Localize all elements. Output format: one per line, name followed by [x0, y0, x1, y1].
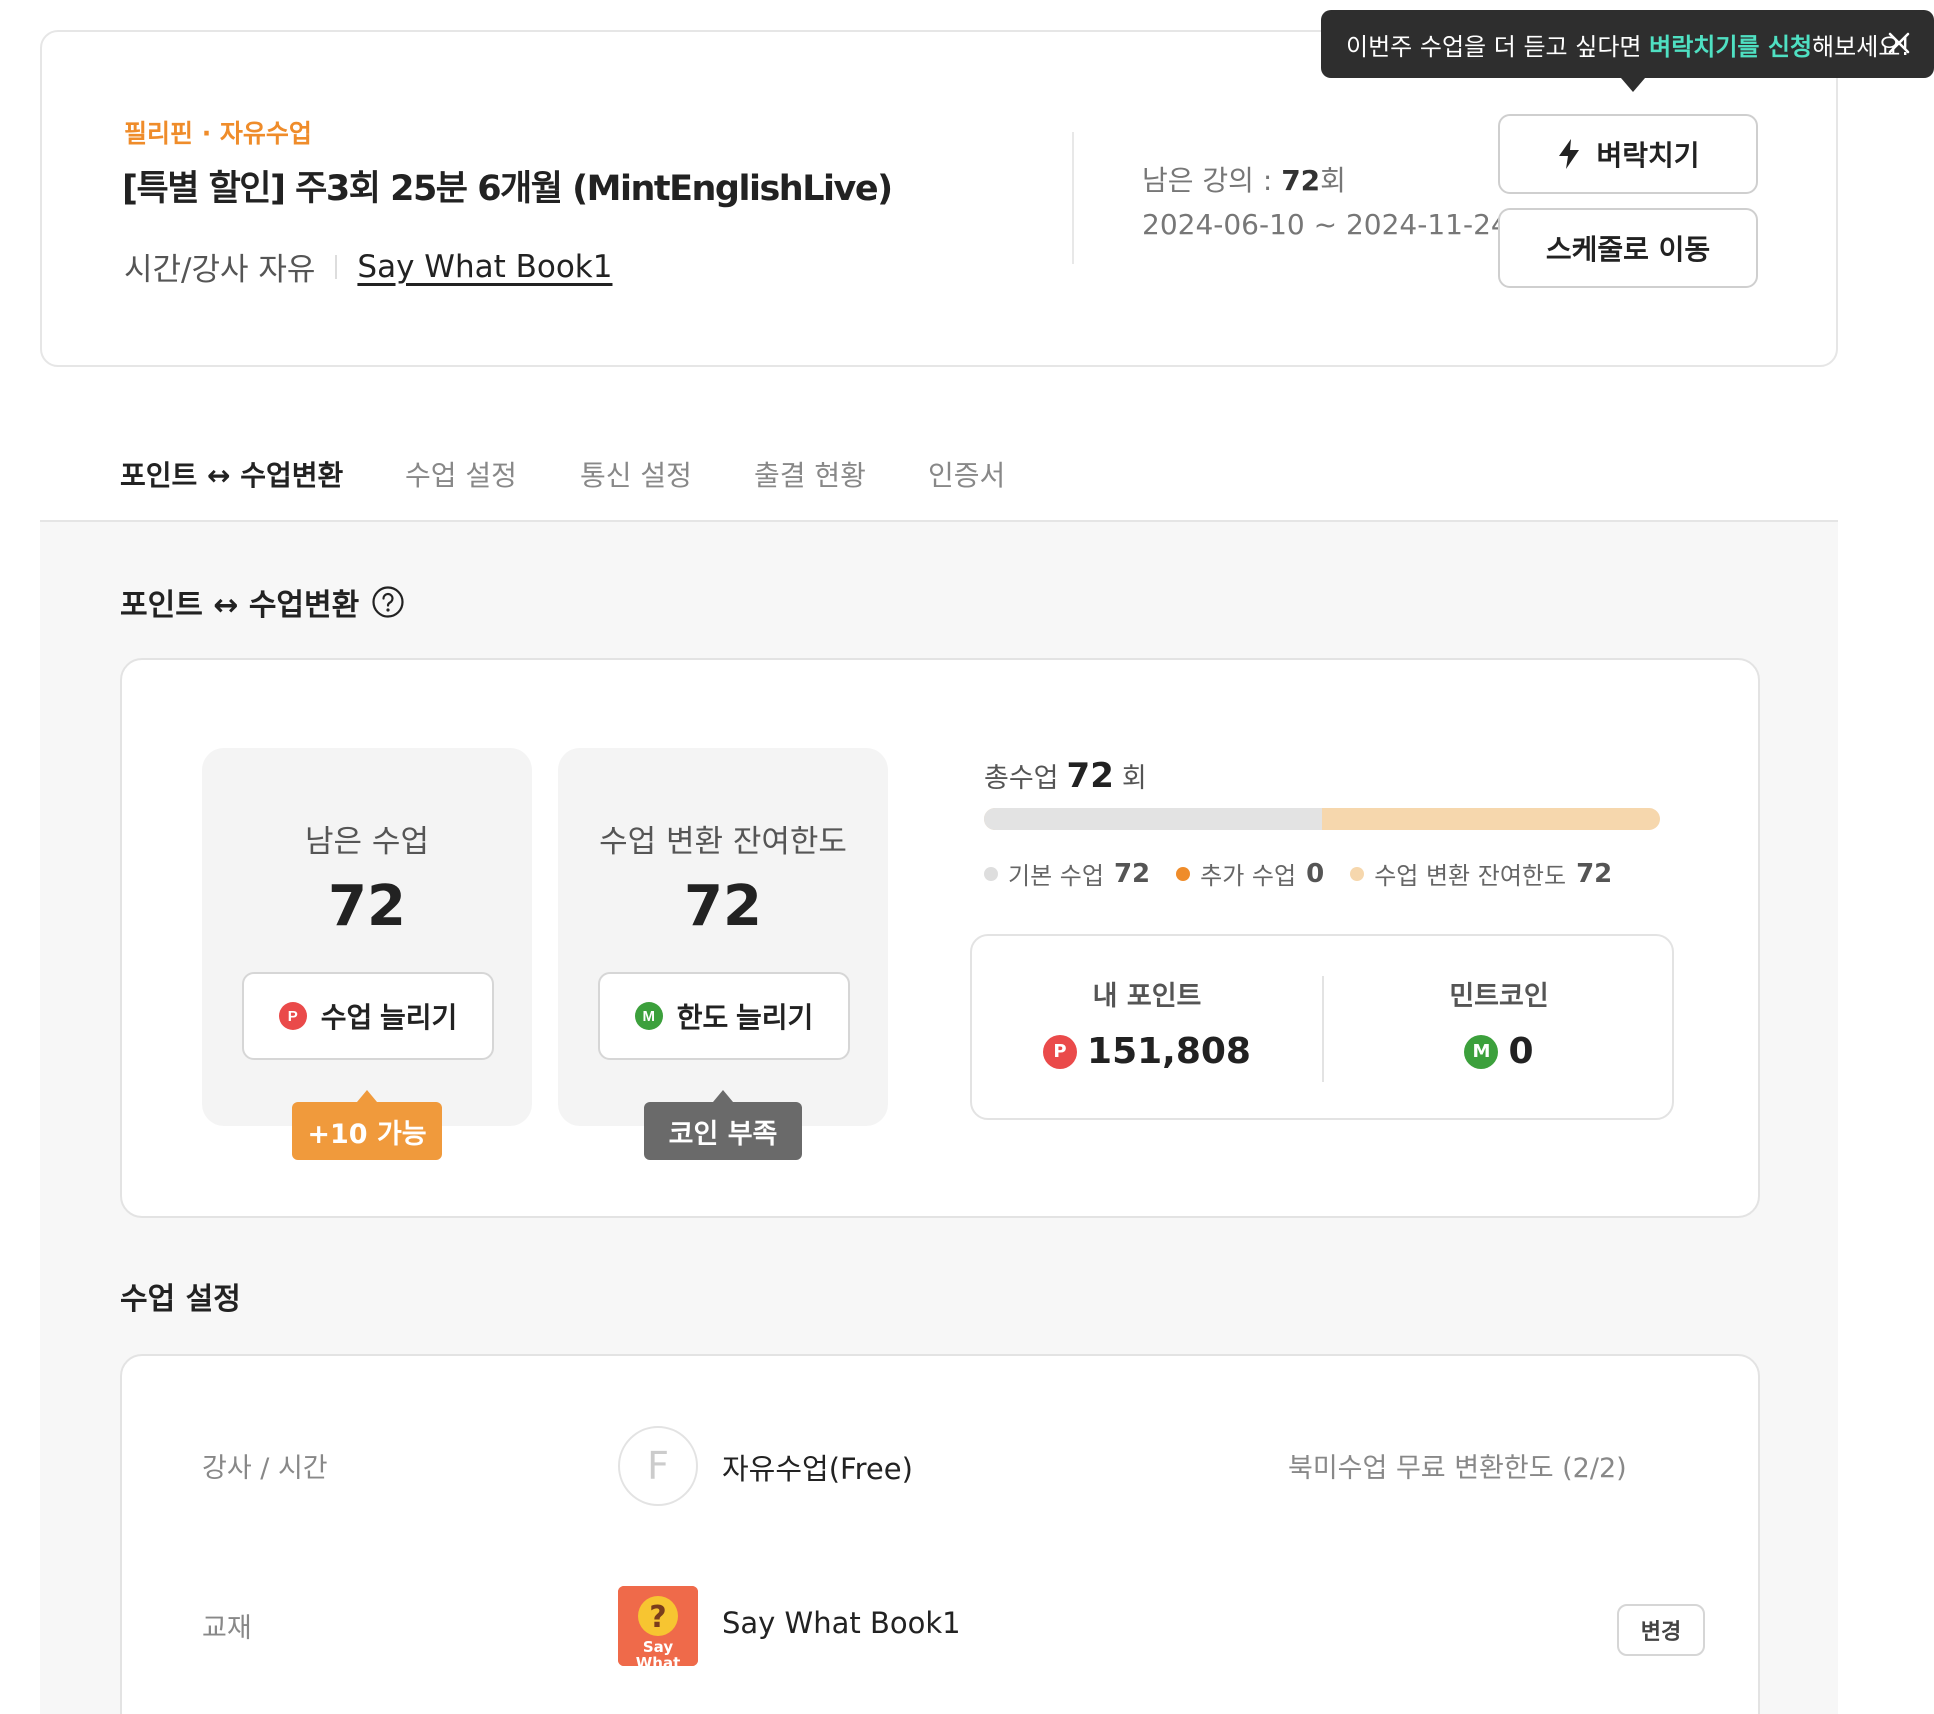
remaining-label: 남은 강의 :	[1142, 164, 1282, 197]
textbook-value: Say What Book1	[722, 1606, 961, 1640]
class-settings-panel: 강사 / 시간 F 자유수업(Free) 북미수업 무료 변환한도 (2/2) …	[120, 1354, 1760, 1714]
teacher-time-value: 자유수업(Free)	[722, 1452, 913, 1486]
legend-value: 0	[1306, 858, 1325, 889]
progress-base-segment	[984, 808, 1322, 830]
progress-legend: 기본 수업 72 추가 수업 0 수업 변환 잔여한도 72	[984, 856, 1612, 891]
classes-progress-bar	[984, 808, 1660, 830]
add-limit-button[interactable]: M 한도 늘리기	[598, 972, 850, 1060]
tab-bar: 포인트 ↔ 수업변환 수업 설정 통신 설정 출결 현황 인증서	[40, 440, 1838, 527]
teacher-time-label: 강사 / 시간	[202, 1453, 328, 1484]
point-coin-icon: P	[1043, 1034, 1078, 1069]
tooltip-arrow	[1621, 78, 1645, 92]
tab-point-conversion[interactable]: 포인트 ↔ 수업변환	[120, 454, 344, 527]
dawn-study-button[interactable]: 벼락치기	[1498, 114, 1758, 194]
content-area: 포인트 ↔ 수업변환 남은 수업 72 P 수업 늘리기 +10 가능 수업 변…	[40, 522, 1838, 1714]
free-conversion-note: 북미수업 무료 변환한도 (2/2)	[1288, 1453, 1627, 1484]
go-to-schedule-button[interactable]: 스케줄로 이동	[1498, 208, 1758, 288]
legend-dot	[984, 866, 998, 881]
add-class-label: 수업 늘리기	[320, 1002, 458, 1033]
conversion-limit-box: 수업 변환 잔여한도 72 M 한도 늘리기 코인 부족	[558, 748, 888, 1160]
mint-coin-icon: M	[634, 1002, 663, 1030]
dawn-study-label: 벼락치기	[1596, 139, 1700, 172]
schedule-type: 시간/강사 자유	[124, 252, 316, 288]
add-class-button[interactable]: P 수업 늘리기	[242, 972, 494, 1060]
legend-label: 기본 수업	[1008, 862, 1104, 890]
textbook-cover: ? Say What	[618, 1586, 698, 1666]
tab-class-settings[interactable]: 수업 설정	[405, 454, 517, 494]
add-class-badge: +10 가능	[292, 1090, 442, 1160]
course-book-link[interactable]: Say What Book1	[357, 249, 612, 285]
svg-text:?: ?	[649, 1600, 666, 1635]
course-meta: 시간/강사 자유 Say What Book1	[124, 244, 612, 289]
remaining-classes-label: 남은 수업	[305, 824, 429, 860]
remaining-count: 72	[1281, 164, 1321, 197]
book-cover-icon: ? Say What	[618, 1586, 698, 1666]
remaining-classes-value: 72	[328, 874, 406, 939]
tooltip-text: 이번주 수업을 더 듣고 싶다면 벼락치기를 신청해보세요!	[1346, 27, 1910, 62]
conversion-limit-value: 72	[684, 874, 762, 939]
conversion-panel: 남은 수업 72 P 수업 늘리기 +10 가능 수업 변환 잔여한도 72 M…	[120, 658, 1760, 1218]
svg-text:What: What	[636, 1654, 681, 1666]
tooltip-prefix: 이번주 수업을 더 듣고 싶다면	[1346, 32, 1650, 61]
class-settings-section-title: 수업 설정	[120, 1282, 241, 1317]
mint-coin: 민트코인 M 0	[1324, 974, 1674, 1072]
tab-network-settings[interactable]: 통신 설정	[580, 454, 692, 494]
my-points-value-row: P 151,808	[972, 1031, 1322, 1072]
meta-divider	[335, 254, 338, 279]
help-icon[interactable]	[371, 585, 405, 619]
tooltip-highlight: 벼락치기를 신청	[1649, 32, 1813, 61]
teacher-avatar: F	[618, 1426, 698, 1506]
change-textbook-button[interactable]: 변경	[1617, 1604, 1705, 1656]
legend-limit: 수업 변환 잔여한도 72	[1350, 856, 1612, 891]
legend-label: 추가 수업	[1200, 862, 1297, 890]
course-card: 필리핀 · 자유수업 [특별 할인] 주3회 25분 6개월 (MintEngl…	[40, 30, 1838, 367]
mint-coin-value-row: M 0	[1324, 1031, 1674, 1072]
close-icon[interactable]	[1884, 28, 1914, 58]
remaining-lessons: 남은 강의 : 72회	[1142, 159, 1346, 199]
tab-attendance[interactable]: 출결 현황	[754, 454, 866, 494]
conversion-limit-label: 수업 변환 잔여한도	[599, 824, 847, 860]
legend-value: 72	[1113, 858, 1151, 889]
remaining-classes-box: 남은 수업 72 P 수업 늘리기 +10 가능	[202, 748, 532, 1160]
course-category: 필리핀 · 자유수업	[124, 119, 312, 148]
remaining-unit: 회	[1320, 164, 1346, 197]
conversion-section-title: 포인트 ↔ 수업변환	[120, 580, 405, 624]
total-unit: 회	[1121, 763, 1147, 794]
total-value: 72	[1066, 756, 1114, 796]
course-period: 2024-06-10 ~ 2024-11-24	[1142, 208, 1509, 241]
legend-value: 72	[1576, 858, 1613, 889]
legend-extra: 추가 수업 0	[1176, 856, 1324, 891]
legend-basic: 기본 수업 72	[984, 856, 1150, 891]
total-label: 총수업	[984, 763, 1059, 794]
dawn-study-tooltip: 이번주 수업을 더 듣고 싶다면 벼락치기를 신청해보세요!	[1321, 10, 1934, 92]
legend-dot	[1176, 866, 1191, 881]
my-points-label: 내 포인트	[1092, 981, 1202, 1012]
points-summary: 내 포인트 P 151,808 민트코인 M 0	[970, 934, 1674, 1120]
textbook-label: 교재	[202, 1613, 252, 1644]
conversion-title-text: 포인트 ↔ 수업변환	[120, 588, 360, 623]
legend-label: 수업 변환 잔여한도	[1374, 862, 1567, 890]
legend-dot	[1350, 866, 1365, 881]
tab-certificate[interactable]: 인증서	[928, 454, 1005, 494]
vertical-divider	[1072, 132, 1074, 264]
mint-coin-label: 민트코인	[1449, 981, 1549, 1012]
my-points: 내 포인트 P 151,808	[972, 974, 1322, 1072]
mint-coin-icon: M	[1464, 1034, 1499, 1069]
add-limit-badge: 코인 부족	[644, 1090, 802, 1160]
my-points-value: 151,808	[1087, 1031, 1251, 1072]
point-coin-icon: P	[278, 1002, 307, 1030]
lightning-icon	[1559, 139, 1580, 169]
total-classes: 총수업 72 회	[984, 756, 1147, 796]
mint-coin-value: 0	[1508, 1031, 1534, 1072]
course-title: [특별 할인] 주3회 25분 6개월 (MintEnglishLive)	[122, 169, 893, 209]
add-limit-label: 한도 늘리기	[676, 1002, 814, 1033]
